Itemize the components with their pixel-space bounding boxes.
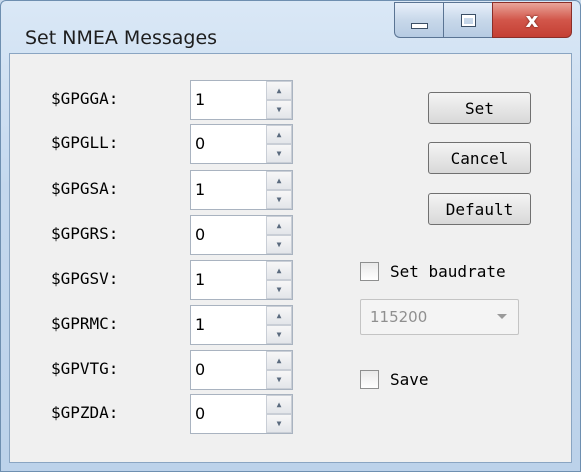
spin-down-arrow-icon[interactable]: ▼ [266,100,292,119]
message-rate-spinbox[interactable]: 1 ▲ ▼ [190,80,293,120]
message-label: $GPRMC: [51,314,119,333]
save-label[interactable]: Save [390,370,429,389]
message-label: $GPZDA: [51,403,119,422]
spin-value[interactable]: 0 [195,360,205,379]
dialog-window: Set NMEA Messages x $GPGGA: 1 ▲ ▼ $GPGLL… [0,0,581,472]
set-button[interactable]: Set [428,92,531,124]
spin-down-arrow-icon[interactable]: ▼ [266,190,292,209]
message-rate-spinbox[interactable]: 0 ▲ ▼ [190,350,293,390]
message-label: $GPGLL: [51,133,119,152]
message-rate-spinbox[interactable]: 0 ▲ ▼ [190,394,293,434]
message-rate-spinbox[interactable]: 1 ▲ ▼ [190,260,293,300]
close-icon: x [525,8,539,32]
message-label: $GPGSV: [51,269,119,288]
maximize-icon [460,13,476,27]
save-checkbox[interactable] [360,370,379,389]
message-rate-spinbox[interactable]: 1 ▲ ▼ [190,170,293,210]
chevron-down-icon[interactable] [497,314,507,319]
minimize-button[interactable] [394,2,443,38]
spin-up-arrow-icon[interactable]: ▲ [266,171,292,190]
spin-value[interactable]: 0 [195,404,205,423]
cancel-button[interactable]: Cancel [428,142,531,174]
save-checkbox-group[interactable]: Save [360,370,429,389]
spin-down-arrow-icon[interactable]: ▼ [266,280,292,299]
spin-up-arrow-icon[interactable]: ▲ [266,125,292,144]
set-baudrate-label[interactable]: Set baudrate [390,262,506,281]
message-label: $GPGRS: [51,224,119,243]
message-label: $GPVTG: [51,359,119,378]
spin-value[interactable]: 0 [195,134,205,153]
default-button[interactable]: Default [428,193,531,225]
spin-value[interactable]: 1 [195,90,205,109]
message-label: $GPGGA: [51,89,119,108]
caption-buttons: x [394,2,572,40]
spin-down-arrow-icon[interactable]: ▼ [266,370,292,389]
spin-up-arrow-icon[interactable]: ▲ [266,351,292,370]
message-label: $GPGSA: [51,179,119,198]
spin-up-arrow-icon[interactable]: ▲ [266,81,292,100]
message-rate-spinbox[interactable]: 0 ▲ ▼ [190,124,293,164]
spin-down-arrow-icon[interactable]: ▼ [266,144,292,163]
spin-down-arrow-icon[interactable]: ▼ [266,235,292,254]
set-baudrate-checkbox-group[interactable]: Set baudrate [360,262,506,281]
dialog-client-area: $GPGGA: 1 ▲ ▼ $GPGLL: 0 ▲ ▼ $GPGSA: 1 ▲ … [9,53,572,463]
spin-down-arrow-icon[interactable]: ▼ [266,325,292,344]
maximize-button[interactable] [443,2,492,38]
message-rate-spinbox[interactable]: 0 ▲ ▼ [190,215,293,255]
spin-up-arrow-icon[interactable]: ▲ [266,261,292,280]
spin-up-arrow-icon[interactable]: ▲ [266,216,292,235]
spin-value[interactable]: 1 [195,180,205,199]
message-rate-spinbox[interactable]: 1 ▲ ▼ [190,305,293,345]
spin-up-arrow-icon[interactable]: ▲ [266,306,292,325]
spin-value[interactable]: 0 [195,225,205,244]
spin-value[interactable]: 1 [195,315,205,334]
spin-value[interactable]: 1 [195,270,205,289]
set-baudrate-checkbox[interactable] [360,262,379,281]
spin-down-arrow-icon[interactable]: ▼ [266,414,292,433]
baudrate-selected-value: 115200 [370,308,428,326]
minimize-icon [410,23,428,29]
close-button[interactable]: x [492,2,572,38]
spin-up-arrow-icon[interactable]: ▲ [266,395,292,414]
window-title: Set NMEA Messages [25,27,218,49]
baudrate-select[interactable]: 115200 [360,299,519,335]
